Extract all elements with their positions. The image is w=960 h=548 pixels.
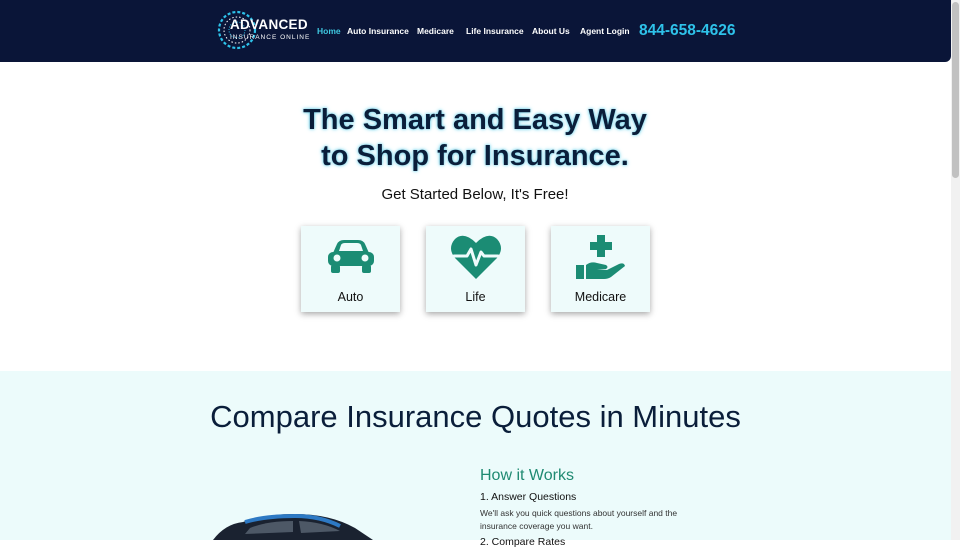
compare-title: Compare Insurance Quotes in Minutes — [210, 399, 741, 434]
medical-hand-icon — [551, 230, 650, 284]
life-card-label: Life — [465, 290, 486, 304]
how-it-works-title: How it Works — [480, 467, 574, 484]
nav-agent-login[interactable]: Agent Login — [580, 26, 630, 36]
auto-card[interactable]: Auto — [301, 226, 400, 312]
medicare-card-label: Medicare — [574, 290, 627, 304]
hero-title-line-2: to Shop for Insurance. — [321, 140, 629, 172]
phone-number-link[interactable]: 844-658-4626 — [639, 22, 736, 40]
medicare-card[interactable]: Medicare — [551, 226, 650, 312]
site-header: ADVANCED INSURANCE ONLINE Home Auto Insu… — [0, 0, 951, 62]
nav-life-insurance[interactable]: Life Insurance — [466, 26, 524, 36]
scrollbar[interactable] — [951, 0, 960, 540]
hero-title: The Smart and Easy Way to Shop for Insur… — [250, 102, 700, 174]
auto-card-label: Auto — [337, 290, 364, 304]
nav-auto-insurance[interactable]: Auto Insurance — [347, 26, 409, 36]
logo-tagline: INSURANCE ONLINE — [230, 34, 311, 41]
nav-home[interactable]: Home — [317, 26, 341, 36]
step-1-description: We'll ask you quick questions about your… — [480, 508, 678, 531]
hero-subtitle: Get Started Below, It's Free! — [381, 186, 569, 203]
car-image — [213, 513, 373, 540]
heart-pulse-icon — [426, 230, 525, 284]
hero-title-line-1: The Smart and Easy Way — [303, 104, 647, 136]
compare-section — [0, 371, 951, 540]
car-icon — [301, 230, 400, 284]
scrollbar-thumb[interactable] — [952, 2, 959, 178]
site-logo[interactable]: ADVANCED INSURANCE ONLINE — [217, 10, 309, 50]
nav-medicare[interactable]: Medicare — [417, 26, 454, 36]
life-card[interactable]: Life — [426, 226, 525, 312]
logo-wordmark: ADVANCED — [230, 17, 308, 32]
step-1-title: 1. Answer Questions — [480, 491, 577, 503]
step-2-title: 2. Compare Rates — [480, 536, 566, 548]
nav-about-us[interactable]: About Us — [532, 26, 570, 36]
